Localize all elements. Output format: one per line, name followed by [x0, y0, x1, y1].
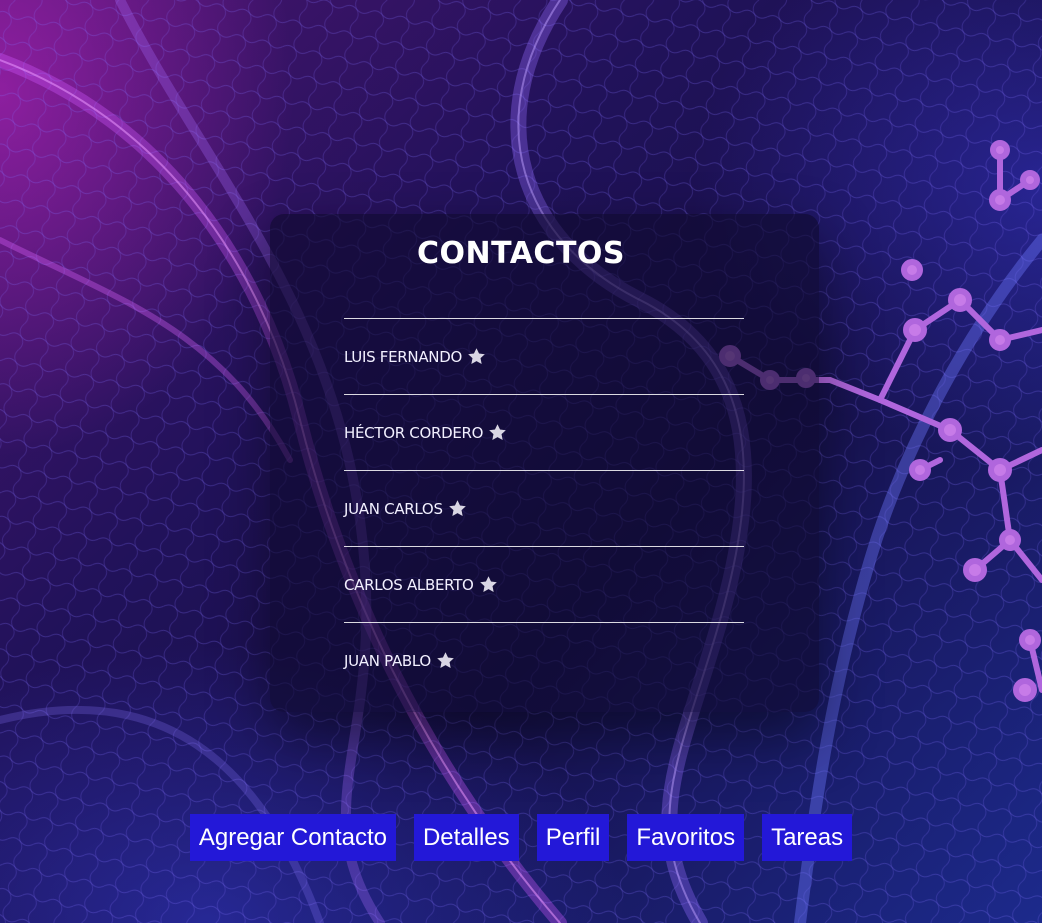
profile-button[interactable]: Perfil [536, 814, 610, 861]
contact-item[interactable]: CARLOS ALBERTO [344, 547, 744, 623]
contact-item[interactable]: HÉCTOR CORDERO [344, 395, 744, 471]
contact-name: JUAN CARLOS [344, 499, 443, 518]
star-icon[interactable] [478, 574, 499, 595]
contact-list: LUIS FERNANDO HÉCTOR CORDERO JUAN CARLOS… [344, 318, 744, 698]
star-icon[interactable] [435, 650, 456, 671]
tasks-button[interactable]: Tareas [762, 814, 853, 861]
contact-name: LUIS FERNANDO [344, 347, 462, 366]
details-button[interactable]: Detalles [413, 814, 519, 861]
contact-name: JUAN PABLO [344, 651, 431, 670]
contact-name: CARLOS ALBERTO [344, 575, 474, 594]
contact-item[interactable]: JUAN PABLO [344, 623, 744, 698]
add-contact-button[interactable]: Agregar Contacto [189, 814, 396, 861]
star-icon[interactable] [447, 498, 468, 519]
bottom-nav: Agregar Contacto Detalles Perfil Favorit… [0, 814, 1042, 861]
star-icon[interactable] [466, 346, 487, 367]
contact-item[interactable]: JUAN CARLOS [344, 471, 744, 547]
favorites-button[interactable]: Favoritos [627, 814, 745, 861]
contact-name: HÉCTOR CORDERO [344, 423, 484, 442]
page-title: CONTACTOS [416, 236, 626, 271]
contact-item[interactable]: LUIS FERNANDO [344, 319, 744, 395]
star-icon[interactable] [487, 422, 508, 443]
